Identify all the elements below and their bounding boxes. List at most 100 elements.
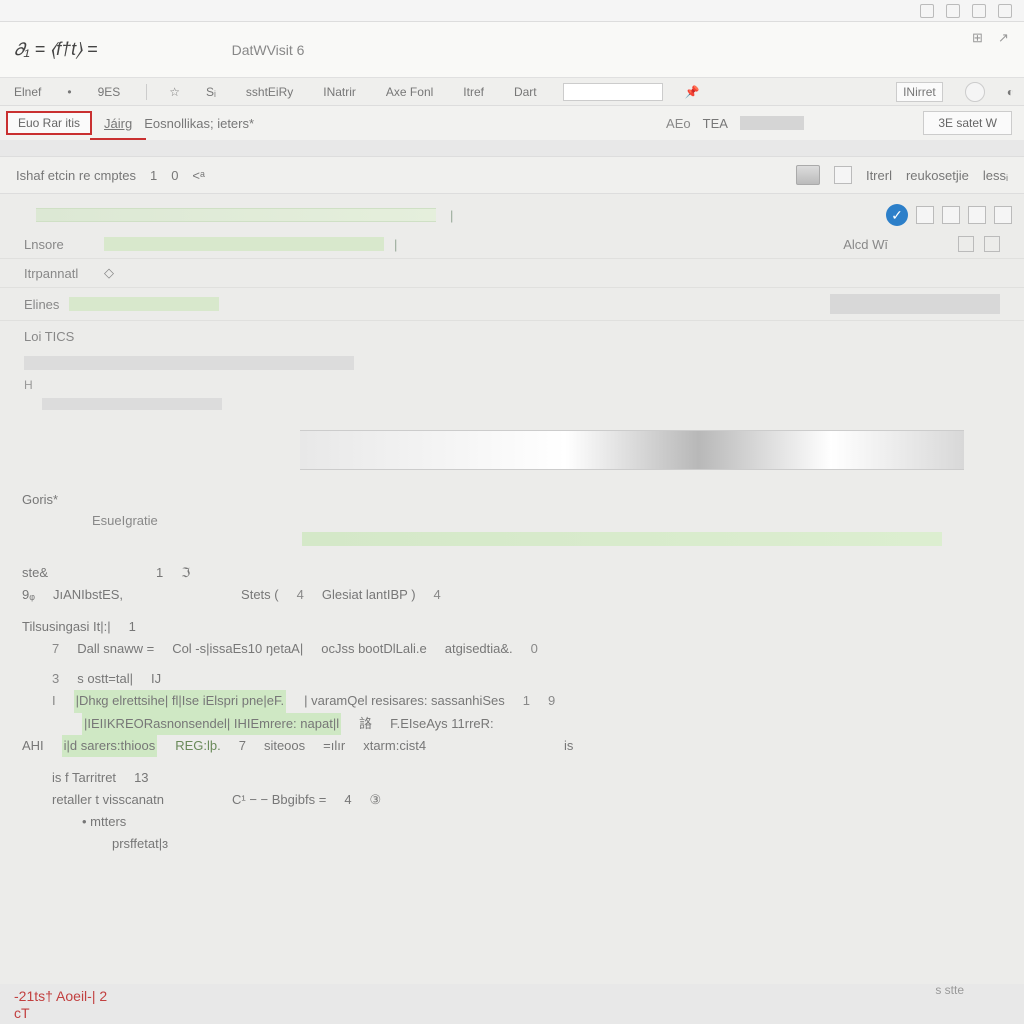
toolbar2-right-button[interactable]: 3E satet W xyxy=(923,111,1012,135)
highlighted-tab[interactable]: Euo Rar itis xyxy=(6,111,92,135)
c-l8-a: AHI xyxy=(22,735,44,757)
c-l9-b: 13 xyxy=(134,767,148,789)
grid-icon-3[interactable] xyxy=(968,206,986,224)
c-l8-d: 7 xyxy=(239,735,246,757)
titlebar-icon-2[interactable] xyxy=(946,4,960,18)
footer: -21ts† Aoeil-| 2 cT xyxy=(0,984,1024,1024)
field-label-2: Itrpannatl xyxy=(24,266,94,281)
field-row-1: Lnsore | Alcd Wī xyxy=(0,230,1024,259)
c-l7-a: |IEIIKREORasnonsendel| IHIEmrere: napat|… xyxy=(82,713,341,735)
pin-icon[interactable]: 📌 xyxy=(685,85,700,99)
formula-display: 𝜕₁ = ⟨f†t⟩ = xyxy=(14,39,98,60)
toolbar-end-button[interactable]: INirret xyxy=(896,82,943,102)
sync-icon[interactable]: ✓ xyxy=(886,204,908,226)
toolbar-item-3[interactable]: sshtEiRy xyxy=(242,83,297,101)
c-l4-a: 7 xyxy=(52,638,59,660)
field-marker-1: | xyxy=(394,237,397,252)
c-l6-c: | varamQel resisares: sassanhiSes xyxy=(304,690,505,712)
titlebar-icon-3[interactable] xyxy=(972,4,986,18)
toolbar-item-1[interactable]: 9ES xyxy=(94,83,125,101)
c-l7-b: 詻 xyxy=(359,713,372,735)
field-row-2: Itrpannatl ◇ xyxy=(0,259,1024,288)
field-right-icon-2[interactable] xyxy=(984,236,1000,252)
gradient-bar xyxy=(300,430,964,470)
section-head: Goris* xyxy=(22,492,1002,507)
toolbar-dropdown[interactable] xyxy=(563,83,663,101)
toolbar-item-6[interactable]: Itref xyxy=(459,83,488,101)
c-l2-f: 4 xyxy=(434,584,441,606)
context-link-2[interactable]: reukosetjie xyxy=(906,168,969,183)
context-num-1: 1 xyxy=(150,168,157,183)
code-block: ste& 1 ℑ 9ᵩ JıANIbstES, Stets ( 4 Glesia… xyxy=(0,556,1024,861)
field-label-1: Lnsore xyxy=(24,237,94,252)
c-l10-a: retaller t visscanatn xyxy=(52,789,164,811)
footer-line-2: cT xyxy=(14,1005,1010,1022)
context-thumbnail[interactable] xyxy=(796,165,820,185)
grid-icon-4[interactable] xyxy=(994,206,1012,224)
field-label-3: Elines xyxy=(24,297,59,312)
field-value-1[interactable] xyxy=(104,237,384,251)
mid-shade-bar xyxy=(24,356,354,370)
c-l8-h: is xyxy=(564,735,573,757)
header-icon-2[interactable]: ↗ xyxy=(998,30,1014,46)
header-icon-1[interactable]: ⊞ xyxy=(972,30,988,46)
context-link-3[interactable]: lessᵢ xyxy=(983,168,1008,183)
secondary-toolbar: Euo Rar itis Jáirg Eosnollikas; ieters* … xyxy=(0,106,1024,140)
c-l10-c: 4 xyxy=(344,789,351,811)
field-value-3[interactable] xyxy=(69,297,219,311)
titlebar-icon-1[interactable] xyxy=(920,4,934,18)
c-l1-c: ℑ xyxy=(181,562,190,584)
toolbar2-label-2[interactable]: Jáirg xyxy=(104,116,132,131)
small-shade xyxy=(42,398,222,410)
c-l4-b: Dall snaww = xyxy=(77,638,154,660)
c-l5-b: s ostt=tal| xyxy=(77,668,133,690)
field-row-3: Elines xyxy=(0,288,1024,321)
toolbar-item-5[interactable]: Axe Fonl xyxy=(382,83,437,101)
field-label-5: H xyxy=(0,374,1024,396)
main-body: | ✓ Lnsore | Alcd Wī Itrpannatl ◇ Elines xyxy=(0,194,1024,984)
c-l8-g: xtarm:cist4 xyxy=(363,735,426,757)
c-l11-a: • mtters xyxy=(82,811,126,833)
context-link-1[interactable]: Itrerl xyxy=(866,168,892,183)
field-right-text: Alcd Wī xyxy=(843,237,888,252)
main-toolbar: Elnef • 9ES ☆ Sᵢ sshtEiRy INatrir Axe Fo… xyxy=(0,78,1024,106)
c-l7-c: F.EIseAys 11rreR: xyxy=(390,713,494,735)
toolbar-icon[interactable]: ☆ xyxy=(169,85,180,99)
context-icon-1[interactable] xyxy=(834,166,852,184)
bottom-status: s stte xyxy=(935,980,964,984)
titlebar-icon-4[interactable] xyxy=(998,4,1012,18)
c-l6-e: 9 xyxy=(548,690,555,712)
c-l2-d: 4 xyxy=(297,584,304,606)
c-l6-b: |Dhкg elrettsihe| fl|Ise iElspri pne|eF. xyxy=(74,690,287,712)
footer-line-1: -21ts† Aoeil-| 2 xyxy=(14,988,1010,1005)
c-l6-a: I xyxy=(52,690,56,712)
toolbar-extra-icon[interactable]: ◐ xyxy=(1007,85,1014,99)
toolbar-item-4[interactable]: INatrir xyxy=(319,83,360,101)
toolbar2-label-3[interactable]: Eosnollikas; ieters* xyxy=(144,116,254,131)
c-l8-b: i|d sarers:thioos xyxy=(62,735,158,757)
titlebar xyxy=(0,0,1024,22)
c-l4-c: Col -s|issaEs10 ŋetaA| xyxy=(172,638,303,660)
c-l6-d: 1 xyxy=(523,690,530,712)
field-right-icon-1[interactable] xyxy=(958,236,974,252)
c-l2-a: 9ᵩ xyxy=(22,584,35,606)
c-l4-d: ocJss bootDlLali.e xyxy=(321,638,427,660)
top-action-row: | ✓ xyxy=(0,200,1024,230)
toolbar-circle-button[interactable] xyxy=(965,82,985,102)
field-icon-2[interactable]: ◇ xyxy=(104,265,114,281)
c-l1-a: ste& xyxy=(22,562,48,584)
c-l8-e: siteoos xyxy=(264,735,305,757)
context-text: Ishaf etcin re cmptes xyxy=(16,168,136,183)
toolbar-item-0[interactable]: Elnef xyxy=(10,83,45,101)
c-l8-c: REG:lþ. xyxy=(175,735,221,757)
grid-icon-1[interactable] xyxy=(916,206,934,224)
field-row-4: Loi TICS xyxy=(0,321,1024,352)
document-title: DatWVisit 6 xyxy=(232,42,305,58)
context-sym: <ᵃ xyxy=(192,168,204,183)
grid-icon-2[interactable] xyxy=(942,206,960,224)
toolbar2-mid-2: TEA xyxy=(703,116,728,131)
toolbar-item-7[interactable]: Dart xyxy=(510,83,541,101)
c-l3-b: 1 xyxy=(129,616,136,638)
toolbar-item-2[interactable]: Sᵢ xyxy=(202,83,220,101)
c-l2-e: Glesiat lantIBP ) xyxy=(322,584,416,606)
